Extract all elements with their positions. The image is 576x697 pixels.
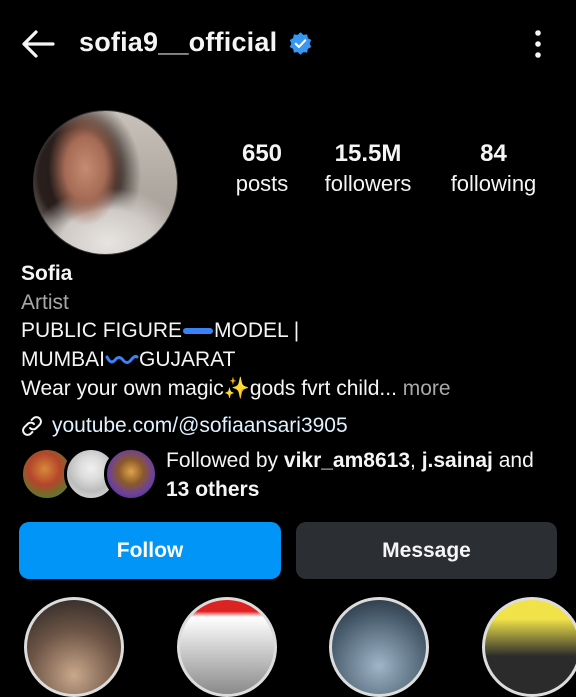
profile-link-text[interactable]: youtube.com/@sofiaansari3905 [52,414,348,438]
profile-header: sofia9__official [0,0,576,88]
story-highlight[interactable] [482,597,576,697]
bio-line-3: Wear your own magic✨gods fvrt child... m… [21,377,451,401]
kebab-menu-icon[interactable] [524,26,552,62]
verified-badge-icon [289,32,312,55]
stat-followers-value: 15.5M [334,140,402,167]
blue-dash-emoji [183,328,214,335]
followed-by-and: and [492,449,534,472]
stat-followers-label: followers [324,171,412,196]
stat-following[interactable]: 84 following [442,140,545,200]
followed-by-separator: , [410,449,422,472]
followed-by-user[interactable]: j.sainaj [422,449,493,472]
story-highlight[interactable] [177,597,277,697]
followed-by-user[interactable]: vikr_am8613 [284,449,410,472]
bio-text: Wear your own magic [21,377,224,400]
stat-following-value: 84 [480,140,507,167]
followed-by-avatars[interactable] [20,447,160,501]
followed-by-prefix: Followed by [166,449,284,472]
stat-following-label: following [450,171,537,196]
profile-category: Artist [21,291,69,314]
stat-posts-value: 650 [241,140,283,167]
profile-name: Sofia [21,262,73,285]
stat-posts-label: posts [235,171,289,196]
bio-text: GUJARAT [139,348,236,371]
sparkles-emoji: ✨ [223,377,250,400]
profile-avatar[interactable] [33,110,178,255]
bio-text: PUBLIC FIGURE [21,319,183,342]
bio-text: MUMBAI [21,348,105,371]
followed-by-others[interactable]: 13 others [166,478,259,501]
bio-text: gods fvrt child... [249,377,397,400]
story-highlight[interactable] [24,597,124,697]
message-button[interactable]: Message [296,522,557,579]
bio-line-2: MUMBAI GUJARAT [21,348,235,372]
link-icon [22,416,42,436]
arrow-left-icon[interactable] [18,24,58,64]
profile-username: sofia9__official [79,27,278,57]
stat-posts[interactable]: 650 posts [227,140,297,200]
bio-text: MODEL | [214,319,300,342]
stat-followers[interactable]: 15.5M followers [318,140,418,200]
profile-link[interactable]: youtube.com/@sofiaansari3905 [20,412,348,440]
follow-button[interactable]: Follow [19,522,281,579]
avatar [104,447,158,501]
bio-more-link[interactable]: more [397,377,451,400]
wavy-dash-emoji [105,355,139,365]
bio-line-1: PUBLIC FIGURE MODEL | [21,319,299,343]
story-highlight[interactable] [329,597,429,697]
followed-by-text[interactable]: Followed by vikr_am8613, j.sainaj and 13 … [166,446,566,504]
